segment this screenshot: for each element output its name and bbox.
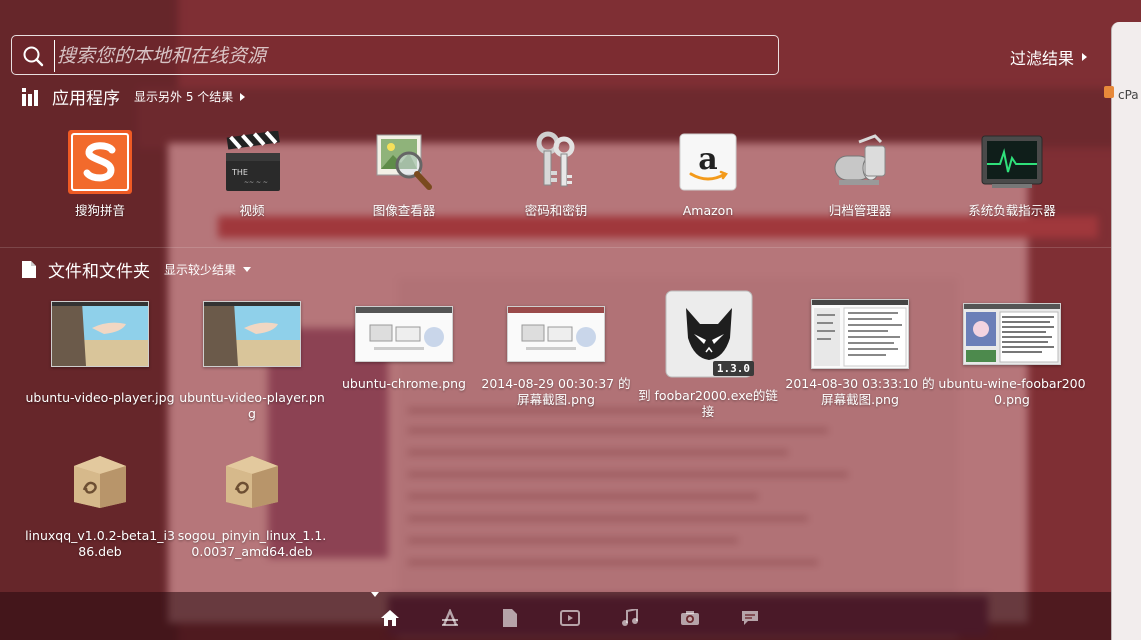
app-tile-amazon[interactable]: a Amazon bbox=[633, 129, 783, 219]
image-thumbnail-icon bbox=[507, 306, 605, 362]
sogou-pinyin-icon bbox=[68, 130, 132, 194]
search-box[interactable] bbox=[11, 35, 779, 75]
file-label: ubuntu-chrome.png bbox=[342, 376, 466, 391]
chevron-right-icon bbox=[240, 92, 246, 101]
image-thumbnail-icon bbox=[51, 301, 149, 367]
system-load-icon bbox=[981, 135, 1043, 188]
app-label: 归档管理器 bbox=[828, 203, 892, 218]
file-tile[interactable]: sogou_pinyin_linux_1.1.0.0037_amd64.deb bbox=[177, 450, 327, 560]
filter-results-button[interactable]: 过滤结果 bbox=[1010, 45, 1088, 69]
active-lens-indicator bbox=[371, 592, 379, 597]
chevron-right-icon bbox=[1082, 53, 1088, 61]
file-tile[interactable]: ubuntu-video-player.jpg bbox=[25, 300, 175, 406]
files-section-title: 文件和文件夹 bbox=[48, 262, 150, 282]
show-more-apps-label: 显示另外 5 个结果 bbox=[134, 90, 234, 104]
svg-text:~~ ~ ~: ~~ ~ ~ bbox=[244, 179, 268, 186]
lens-files[interactable] bbox=[480, 598, 540, 638]
version-badge: 1.3.0 bbox=[712, 361, 754, 376]
background-window-text: cPa bbox=[1118, 88, 1139, 102]
archive-manager-icon bbox=[834, 134, 886, 185]
lens-photos[interactable] bbox=[660, 598, 720, 638]
lens-bar bbox=[360, 598, 780, 638]
lens-social[interactable] bbox=[720, 598, 780, 638]
image-viewer-icon bbox=[376, 134, 432, 190]
applications-section-title: 应用程序 bbox=[52, 89, 120, 109]
files-section-header: 文件和文件夹 显示较少结果 bbox=[22, 257, 252, 282]
file-category-icon bbox=[22, 261, 36, 278]
show-fewer-files-button[interactable]: 显示较少结果 bbox=[164, 261, 252, 278]
filter-results-label: 过滤结果 bbox=[1010, 49, 1075, 68]
unity-dash: 过滤结果 应用程序 显示另外 5 个结果 搜狗拼音 bbox=[0, 0, 1111, 640]
file-tile[interactable]: linuxqq_v1.0.2-beta1_i386.deb bbox=[25, 450, 175, 560]
search-input[interactable] bbox=[54, 40, 759, 72]
file-label: ubuntu-video-player.png bbox=[179, 390, 325, 421]
amazon-icon: a bbox=[679, 133, 737, 191]
chevron-down-icon bbox=[243, 267, 252, 272]
app-label: 搜狗拼音 bbox=[74, 203, 125, 218]
app-tile-image-viewer[interactable]: 图像查看器 bbox=[329, 129, 479, 219]
image-thumbnail-icon bbox=[811, 299, 909, 369]
deb-package-icon bbox=[226, 456, 278, 508]
file-tile[interactable]: 2014-08-29 00:30:37 的屏幕截图.png bbox=[481, 300, 631, 408]
file-label: ubuntu-video-player.jpg bbox=[25, 390, 175, 405]
app-tile-sogou[interactable]: 搜狗拼音 bbox=[25, 129, 175, 219]
svg-text:THE: THE bbox=[231, 168, 248, 177]
app-tile-system-load[interactable]: 系统负载指示器 bbox=[937, 129, 1087, 219]
app-label: 系统负载指示器 bbox=[968, 203, 1056, 218]
app-tile-archive-manager[interactable]: 归档管理器 bbox=[785, 129, 935, 219]
image-thumbnail-icon bbox=[963, 303, 1061, 365]
lens-applications[interactable] bbox=[420, 598, 480, 638]
applications-icon bbox=[442, 609, 458, 626]
file-tile[interactable]: ubuntu-wine-foobar2000.png bbox=[937, 300, 1087, 408]
file-tile[interactable]: 2014-08-30 03:33:10 的屏幕截图.png bbox=[785, 299, 935, 408]
search-icon bbox=[23, 46, 44, 67]
app-label: 密码和密钥 bbox=[524, 203, 588, 218]
applications-section-header: 应用程序 显示另外 5 个结果 bbox=[22, 84, 246, 109]
show-more-apps-button[interactable]: 显示另外 5 个结果 bbox=[134, 88, 246, 105]
social-icon bbox=[742, 611, 758, 625]
camera-icon bbox=[681, 611, 699, 625]
app-label: Amazon bbox=[682, 203, 734, 218]
background-window-edge bbox=[1111, 22, 1141, 640]
lens-music[interactable] bbox=[600, 598, 660, 638]
video-clapper-icon: THE ~~ ~ ~ bbox=[226, 131, 280, 191]
app-tile-video[interactable]: THE ~~ ~ ~ 视频 bbox=[177, 129, 327, 219]
file-tile-foobar-link[interactable]: 1.3.0 到 foobar2000.exe的链接 bbox=[633, 290, 783, 420]
files-icon bbox=[503, 609, 517, 627]
image-thumbnail-icon bbox=[203, 301, 301, 367]
app-tile-passwords-keys[interactable]: 密码和密钥 bbox=[481, 129, 631, 219]
section-divider bbox=[0, 247, 1111, 248]
file-label: linuxqq_v1.0.2-beta1_i386.deb bbox=[25, 528, 175, 559]
file-label: sogou_pinyin_linux_1.1.0.0037_amd64.deb bbox=[177, 528, 327, 559]
file-tile[interactable]: ubuntu-chrome.png bbox=[329, 300, 479, 392]
app-label: 视频 bbox=[239, 203, 265, 218]
file-label: ubuntu-wine-foobar2000.png bbox=[938, 376, 1086, 407]
svg-text:a: a bbox=[698, 142, 717, 177]
home-icon bbox=[381, 610, 399, 626]
applications-category-icon bbox=[22, 87, 38, 106]
file-label: 2014-08-30 03:33:10 的屏幕截图.png bbox=[785, 376, 935, 407]
lens-video[interactable] bbox=[540, 598, 600, 638]
file-label: 到 foobar2000.exe的链接 bbox=[638, 388, 778, 419]
lens-home[interactable] bbox=[360, 598, 420, 638]
keys-icon bbox=[536, 131, 575, 187]
app-label: 图像查看器 bbox=[372, 203, 436, 218]
video-icon bbox=[560, 610, 580, 626]
file-label: 2014-08-29 00:30:37 的屏幕截图.png bbox=[481, 376, 631, 407]
music-icon bbox=[622, 609, 638, 626]
show-fewer-files-label: 显示较少结果 bbox=[164, 263, 237, 277]
image-thumbnail-icon bbox=[355, 306, 453, 362]
deb-package-icon bbox=[74, 456, 126, 508]
file-tile[interactable]: ubuntu-video-player.png bbox=[177, 300, 327, 422]
